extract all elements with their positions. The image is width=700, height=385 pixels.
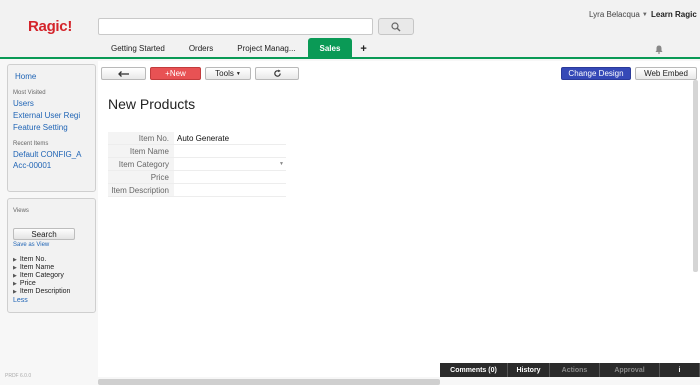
form-row-item-name: Item Name bbox=[108, 145, 286, 158]
search-input[interactable] bbox=[98, 18, 373, 35]
item-description-input[interactable] bbox=[174, 184, 286, 196]
tab-project-management[interactable]: Project Manag... bbox=[225, 39, 307, 58]
field-item[interactable]: ▶ Item Name bbox=[13, 264, 70, 272]
field-label: Price bbox=[19, 280, 36, 287]
ragic-logo[interactable]: Ragic! bbox=[28, 18, 72, 35]
field-label: Item Name bbox=[19, 264, 55, 271]
info-icon[interactable]: i bbox=[660, 363, 700, 377]
less-link[interactable]: Less bbox=[13, 297, 70, 304]
bell-icon[interactable] bbox=[655, 45, 663, 56]
recent-item-acc[interactable]: Acc-00001 bbox=[13, 161, 51, 170]
field-item[interactable]: ▶ Price bbox=[13, 280, 70, 288]
form-row-item-category: Item Category ▼ bbox=[108, 158, 286, 171]
top-header: Ragic! Lyra Belacqua ▼ Learn Ragic Getti… bbox=[0, 0, 700, 59]
refresh-icon bbox=[273, 69, 281, 77]
field-item[interactable]: ▶ Item Description bbox=[13, 288, 70, 296]
form-row-price: Price bbox=[108, 171, 286, 184]
field-value-item-no: Auto Generate bbox=[177, 134, 230, 143]
recent-item-default-config[interactable]: Default CONFIG_A bbox=[13, 150, 81, 159]
field-label-price: Price bbox=[108, 171, 174, 183]
history-tab[interactable]: History bbox=[508, 363, 550, 377]
most-visited-users[interactable]: Users bbox=[13, 99, 34, 108]
back-arrow-icon bbox=[117, 70, 129, 77]
approval-tab[interactable]: Approval bbox=[600, 363, 660, 377]
user-menu[interactable]: Lyra Belacqua ▼ bbox=[589, 10, 648, 19]
save-as-view-link[interactable]: Save as View bbox=[13, 242, 49, 248]
vertical-scrollbar[interactable] bbox=[693, 80, 698, 272]
item-name-input[interactable] bbox=[174, 145, 286, 157]
horizontal-scrollbar[interactable] bbox=[98, 379, 440, 385]
triangle-right-icon: ▶ bbox=[13, 273, 17, 279]
tools-button[interactable]: Tools ▼ bbox=[205, 67, 251, 80]
field-label-item-no: Item No. bbox=[108, 132, 174, 144]
item-category-select[interactable]: ▼ bbox=[174, 158, 286, 170]
caret-down-icon: ▼ bbox=[641, 11, 648, 18]
recent-items-title: Recent Items bbox=[13, 141, 49, 147]
field-list: ▶ Item No. ▶ Item Name ▶ Item Category ▶ Pri… bbox=[13, 256, 70, 304]
most-visited-title: Most Visited bbox=[13, 90, 46, 96]
tab-sales[interactable]: Sales bbox=[307, 38, 353, 58]
learn-ragic-link[interactable]: Learn Ragic bbox=[651, 10, 697, 19]
caret-down-icon: ▼ bbox=[235, 70, 241, 77]
sidebar-home-link[interactable]: Home bbox=[15, 72, 36, 81]
form-row-item-no: Item No. Auto Generate bbox=[108, 132, 286, 145]
caret-down-icon: ▼ bbox=[279, 161, 284, 167]
field-label: Item Description bbox=[19, 288, 71, 295]
field-label: Item No. bbox=[19, 256, 47, 263]
refresh-button[interactable] bbox=[255, 67, 299, 80]
triangle-right-icon: ▶ bbox=[13, 281, 17, 287]
tools-label: Tools bbox=[215, 69, 234, 78]
actions-tab[interactable]: Actions bbox=[550, 363, 600, 377]
web-embed-button[interactable]: Web Embed bbox=[635, 67, 697, 80]
user-name: Lyra Belacqua bbox=[589, 10, 640, 19]
search-button[interactable] bbox=[378, 18, 414, 35]
back-button[interactable] bbox=[101, 67, 146, 80]
change-design-button[interactable]: Change Design bbox=[561, 67, 631, 80]
form-row-item-description: Item Description bbox=[108, 184, 286, 197]
triangle-right-icon: ▶ bbox=[13, 257, 17, 263]
field-label: Item Category bbox=[19, 272, 64, 279]
search-icon bbox=[391, 21, 401, 31]
bottom-bar: Comments (0) History Actions Approval i bbox=[440, 363, 700, 377]
field-label-item-description: Item Description bbox=[108, 184, 174, 196]
add-tab-button[interactable]: + bbox=[352, 39, 374, 58]
triangle-right-icon: ▶ bbox=[13, 265, 17, 271]
most-visited-feature-setting[interactable]: Feature Setting bbox=[13, 123, 68, 132]
triangle-right-icon: ▶ bbox=[13, 289, 17, 295]
entry-form: Item No. Auto Generate Item Name Item Ca… bbox=[108, 132, 286, 197]
field-item[interactable]: ▶ Item No. bbox=[13, 256, 70, 264]
field-item[interactable]: ▶ Item Category bbox=[13, 272, 70, 280]
field-label-item-name: Item Name bbox=[108, 145, 174, 157]
sidebar-navigation: Home Most Visited Users External User Re… bbox=[7, 64, 96, 192]
page-title: New Products bbox=[108, 96, 196, 112]
field-label-item-category: Item Category bbox=[108, 158, 174, 170]
most-visited-external-user[interactable]: External User Regi bbox=[13, 111, 80, 120]
tab-getting-started[interactable]: Getting Started bbox=[99, 39, 177, 58]
price-input[interactable] bbox=[174, 171, 286, 183]
views-title: Views bbox=[13, 208, 29, 214]
tab-orders[interactable]: Orders bbox=[177, 39, 225, 58]
version-label: PRDF 6.0.0 bbox=[5, 373, 32, 379]
views-search-button[interactable]: Search bbox=[13, 228, 75, 240]
comments-tab[interactable]: Comments (0) bbox=[440, 363, 508, 377]
tab-bar: Getting Started Orders Project Manag... … bbox=[99, 38, 375, 58]
sidebar-views: Views Search Save as View ▶ Item No. ▶ Ite… bbox=[7, 198, 96, 313]
new-button[interactable]: +New bbox=[150, 67, 201, 80]
